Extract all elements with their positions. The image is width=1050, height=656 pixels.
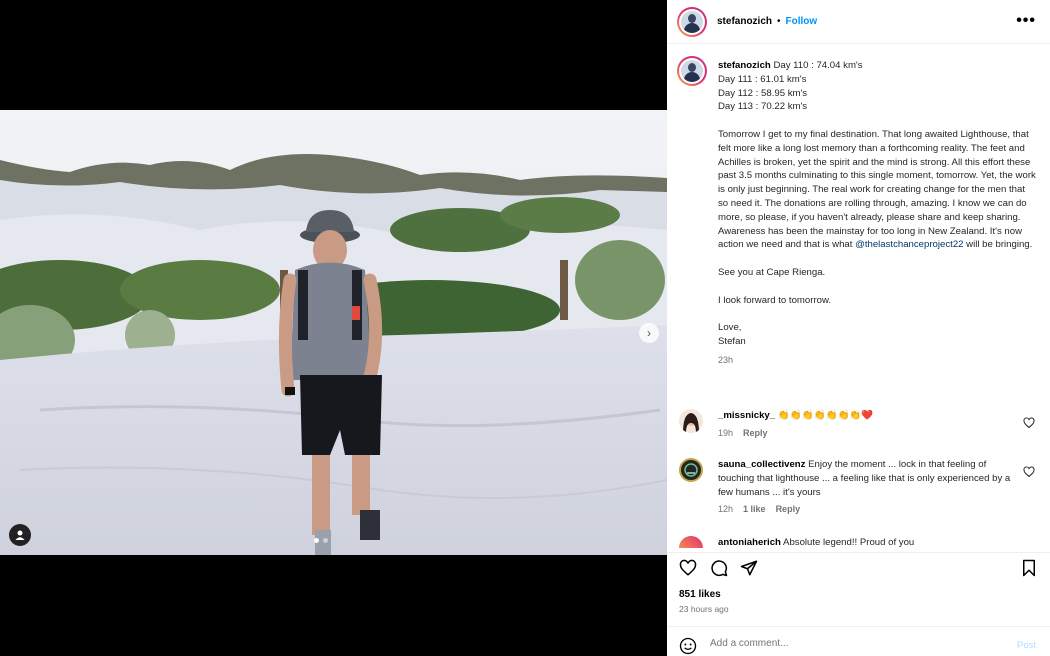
commenter-avatar[interactable] <box>679 536 703 548</box>
caption-line: Day 112 : 58.95 km's <box>718 87 808 99</box>
next-image-button[interactable]: › <box>639 323 659 343</box>
comment-text: Absolute legend!! Proud of you <box>783 537 915 548</box>
comment-body: antoniaherich Absolute legend!! Proud of… <box>718 536 1018 548</box>
post-comment-button[interactable]: Post <box>1017 640 1036 651</box>
author-avatar[interactable] <box>677 6 707 37</box>
caption-paragraph: I look forward to tomorrow. <box>718 294 832 306</box>
comment-likes[interactable]: 1 like <box>743 503 766 517</box>
media-viewer: › <box>0 0 667 656</box>
like-comment-icon[interactable] <box>1023 466 1035 478</box>
carousel-indicator <box>314 538 328 543</box>
share-paper-plane-icon[interactable] <box>740 559 758 577</box>
separator-dot: • <box>777 16 781 27</box>
comment-body: sauna_collectivenz Enjoy the moment ... … <box>718 458 1018 517</box>
caption-timestamp[interactable]: 23h <box>718 354 1036 368</box>
comment-time[interactable]: 19h <box>718 427 733 441</box>
like-heart-icon[interactable] <box>679 559 697 577</box>
post-side-panel: stefanozich • Follow ••• stefanozich Day… <box>667 0 1050 656</box>
mention-link[interactable]: @thelastchanceproject22 <box>855 239 963 250</box>
commenter-avatar[interactable] <box>679 458 703 482</box>
follow-button[interactable]: Follow <box>786 16 818 27</box>
comment-icon[interactable] <box>710 559 728 577</box>
post-age[interactable]: 23 hours ago <box>679 604 729 614</box>
likes-count[interactable]: 851 likes <box>679 589 721 600</box>
comment-input[interactable] <box>710 638 1000 649</box>
reply-button[interactable]: Reply <box>776 503 801 517</box>
caption-text: stefanozich Day 110 : 74.04 km's Day 111… <box>718 59 1036 368</box>
emoji-icon[interactable] <box>679 637 697 655</box>
carousel-dot <box>323 538 328 543</box>
caption-avatar[interactable] <box>677 56 707 86</box>
caption-line: Day 111 : 61.01 km's <box>718 73 807 85</box>
caption-paragraph: Tomorrow I get to my final destination. … <box>718 128 1036 251</box>
commenter-username[interactable]: sauna_collectivenz <box>718 459 805 470</box>
like-comment-icon[interactable] <box>1023 417 1035 429</box>
caption-line: Day 110 : 74.04 km's <box>773 60 863 71</box>
caption-signoff: Love, <box>718 322 742 334</box>
post-photo[interactable] <box>0 110 667 555</box>
caption-line: Day 113 : 70.22 km's <box>718 101 808 113</box>
instagram-post-modal: › stefanozich • Follow ••• stefanozich D… <box>0 0 1050 656</box>
carousel-dot <box>314 538 319 543</box>
caption-signoff: Stefan <box>718 335 746 347</box>
commenter-username[interactable]: antoniaherich <box>718 537 781 548</box>
save-bookmark-icon[interactable] <box>1020 559 1038 577</box>
commenter-username[interactable]: _missnicky_ <box>718 410 775 421</box>
more-options-icon[interactable]: ••• <box>1016 12 1036 30</box>
author-username[interactable]: stefanozich <box>717 16 772 27</box>
caption-paragraph: See you at Cape Rienga. <box>718 266 826 278</box>
comment-text: 👏👏👏👏👏👏👏❤️ <box>777 410 874 421</box>
comment-composer: Post <box>667 626 1050 656</box>
caption-username[interactable]: stefanozich <box>718 60 771 71</box>
post-actions-bar <box>667 552 1050 582</box>
post-header: stefanozich • Follow ••• <box>667 0 1050 44</box>
comment-time[interactable]: 12h <box>718 503 733 517</box>
user-icon <box>15 530 25 540</box>
comment-body: _missnicky_ 👏👏👏👏👏👏👏❤️ 19h Reply <box>718 409 1018 441</box>
tagged-users-button[interactable] <box>9 524 31 546</box>
commenter-avatar[interactable] <box>679 409 703 433</box>
reply-button[interactable]: Reply <box>743 427 768 441</box>
comments-scroll-area[interactable]: stefanozich Day 110 : 74.04 km's Day 111… <box>667 45 1050 548</box>
